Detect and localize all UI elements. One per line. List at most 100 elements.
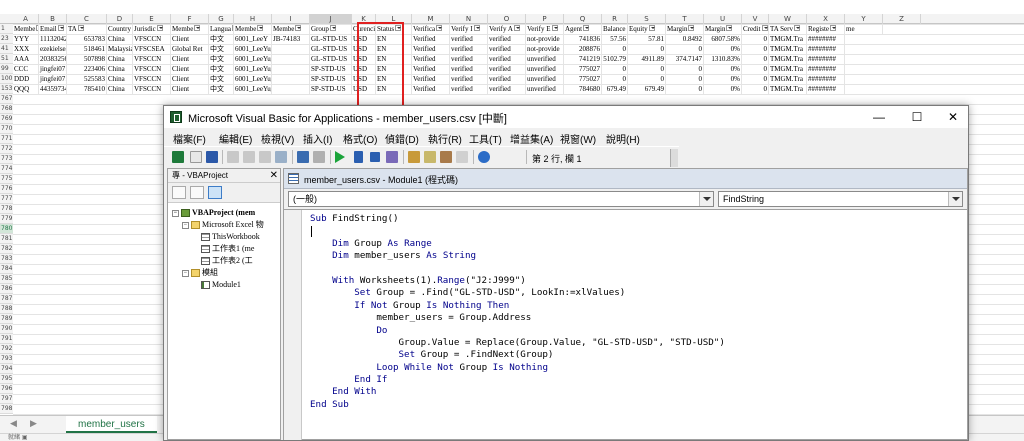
table-cell[interactable] <box>272 54 310 64</box>
table-cell[interactable]: 中文 <box>209 54 234 64</box>
table-cell[interactable]: ######## <box>807 84 845 94</box>
row-number[interactable]: 796 <box>0 384 13 394</box>
filter-dropdown-icon[interactable] <box>329 25 336 32</box>
table-cell[interactable]: ezekielsea <box>39 44 67 54</box>
paste-icon[interactable] <box>259 151 271 163</box>
table-cell[interactable]: YYY <box>13 34 39 44</box>
table-cell[interactable]: SP-STD-US <box>310 84 352 94</box>
table-cell[interactable]: 0 <box>602 74 628 84</box>
table-cell[interactable]: 中文 <box>209 64 234 74</box>
column-header[interactable]: J <box>310 14 352 24</box>
filter-dropdown-icon[interactable] <box>726 25 733 32</box>
column-header[interactable]: Q <box>564 14 602 24</box>
filter-dropdown-icon[interactable] <box>688 25 695 32</box>
row-number[interactable]: 768 <box>0 104 13 114</box>
row-number[interactable]: 767 <box>0 94 13 104</box>
column-header[interactable]: F <box>171 14 209 24</box>
filter-dropdown-icon[interactable] <box>156 25 163 32</box>
table-cell[interactable]: 0 <box>602 64 628 74</box>
table-cell[interactable] <box>272 74 310 84</box>
table-cell[interactable]: 6001_LeeYu_Gold <box>234 44 272 54</box>
row-number[interactable]: 774 <box>0 164 13 174</box>
table-cell[interactable]: ######## <box>807 34 845 44</box>
row-number[interactable]: 772 <box>0 144 13 154</box>
table-cell[interactable]: 775027 <box>564 74 602 84</box>
column-header[interactable]: Y <box>845 14 883 24</box>
table-cell[interactable]: 653783 <box>67 34 107 44</box>
tree-item[interactable]: − 模組 <box>182 267 218 278</box>
table-cell[interactable]: JB-74183 <box>272 34 310 44</box>
table-cell[interactable]: 0 <box>628 64 666 74</box>
help-icon[interactable] <box>478 151 490 163</box>
tree-item[interactable]: ThisWorkbook <box>192 231 260 242</box>
tab-prev-icon[interactable]: ◀ <box>10 419 17 429</box>
row-number[interactable]: 100 <box>0 74 13 84</box>
table-cell[interactable]: VFSCCN <box>133 84 171 94</box>
table-cell[interactable]: GL-STD-US <box>310 54 352 64</box>
table-cell[interactable]: China <box>107 84 133 94</box>
table-cell[interactable]: 679.49 <box>602 84 628 94</box>
table-cell[interactable]: 6001_LeeYu_Gold <box>234 74 272 84</box>
table-cell[interactable]: Client <box>171 54 209 64</box>
column-header[interactable]: A <box>13 14 39 24</box>
table-cell[interactable]: verified <box>450 84 488 94</box>
table-cell[interactable]: verified <box>488 34 526 44</box>
code-line[interactable]: Set Group = .Find("GL-STD-USD", LookIn:=… <box>310 287 960 299</box>
header-cell[interactable]: Registe <box>807 24 845 34</box>
code-editor[interactable]: Sub FindString() Dim Group As Range Dim … <box>284 209 967 440</box>
toolbar-grip[interactable] <box>670 149 678 167</box>
tree-item[interactable]: Module1 <box>192 279 241 290</box>
menu-addins[interactable]: 增益集(A) <box>510 131 553 146</box>
table-cell[interactable]: 0 <box>742 34 769 44</box>
table-cell[interactable]: 1310.83% <box>704 54 742 64</box>
table-cell[interactable]: verified <box>488 74 526 84</box>
filter-dropdown-icon[interactable] <box>583 25 590 32</box>
table-cell[interactable]: Verified <box>412 84 450 94</box>
table-cell[interactable]: 741219 <box>564 54 602 64</box>
row-number[interactable]: 788 <box>0 304 13 314</box>
menu-run[interactable]: 執行(R) <box>428 131 462 146</box>
row-number[interactable]: 780 <box>0 224 13 234</box>
tree-item[interactable]: − Microsoft Excel 物 <box>182 219 264 230</box>
table-cell[interactable]: verified <box>450 54 488 64</box>
filter-dropdown-icon[interactable] <box>473 25 480 32</box>
reset-icon[interactable] <box>370 152 380 162</box>
table-cell[interactable]: TMGM.Tra <box>769 54 807 64</box>
header-cell[interactable]: Membe <box>234 24 272 34</box>
table-cell[interactable]: not-provide <box>526 34 564 44</box>
table-cell[interactable]: 0% <box>704 84 742 94</box>
menu-help[interactable]: 說明(H) <box>606 131 640 146</box>
table-cell[interactable]: 6001_LeeY <box>234 34 272 44</box>
table-cell[interactable]: 0 <box>742 84 769 94</box>
table-cell[interactable]: Client <box>171 84 209 94</box>
collapse-icon[interactable]: − <box>172 209 179 217</box>
menu-view[interactable]: 檢視(V) <box>261 131 294 146</box>
project-close-icon[interactable]: ✕ <box>270 169 278 183</box>
column-header[interactable]: C <box>67 14 107 24</box>
table-cell[interactable]: jingfei0715 <box>39 64 67 74</box>
row-number[interactable]: 776 <box>0 184 13 194</box>
row-number[interactable]: 153 <box>0 84 13 94</box>
row-number[interactable]: 784 <box>0 264 13 274</box>
column-header[interactable]: I <box>272 14 310 24</box>
close-button[interactable]: ✕ <box>938 106 968 128</box>
row-number[interactable]: 795 <box>0 374 13 384</box>
table-cell[interactable]: 0% <box>704 64 742 74</box>
table-cell[interactable]: 0.8492 <box>666 34 704 44</box>
header-cell[interactable]: Group <box>310 24 352 34</box>
find-icon[interactable] <box>275 151 287 163</box>
table-cell[interactable]: verified <box>450 74 488 84</box>
tree-item[interactable]: 工作表1 (me <box>192 243 254 254</box>
column-header[interactable]: P <box>526 14 564 24</box>
table-cell[interactable]: 6807.58% <box>704 34 742 44</box>
code-line[interactable]: End With <box>310 386 960 398</box>
row-number[interactable]: 785 <box>0 274 13 284</box>
code-line[interactable] <box>310 225 960 237</box>
table-cell[interactable]: 0 <box>628 74 666 84</box>
header-cell[interactable]: Country <box>107 24 133 34</box>
table-cell[interactable]: unverified <box>526 84 564 94</box>
header-cell[interactable]: TA <box>67 24 107 34</box>
header-cell[interactable]: Membe <box>13 24 39 34</box>
header-cell[interactable]: Verify I <box>450 24 488 34</box>
row-number[interactable]: 789 <box>0 314 13 324</box>
